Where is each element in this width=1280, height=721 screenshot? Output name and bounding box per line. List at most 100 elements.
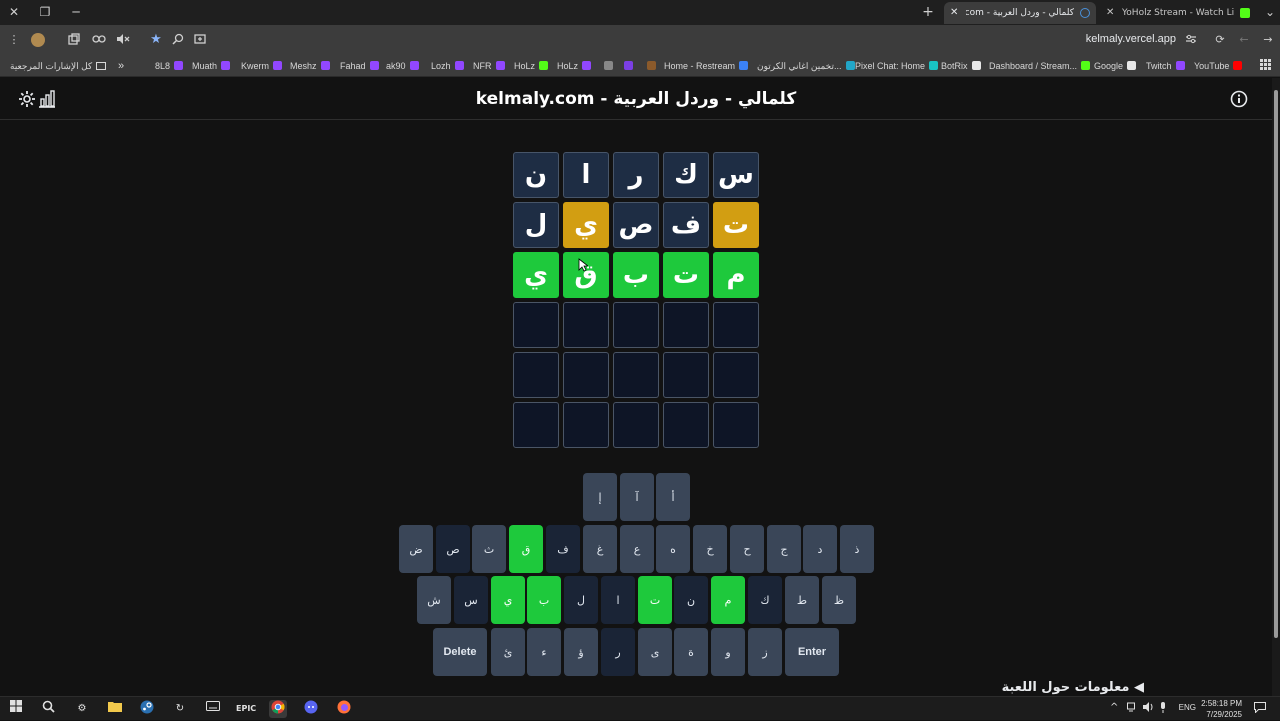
keyboard-key[interactable]: ط bbox=[785, 576, 819, 624]
keyboard-key[interactable]: آ bbox=[620, 473, 654, 521]
keyboard-key[interactable]: ن bbox=[674, 576, 708, 624]
enter-key[interactable]: Enter bbox=[785, 628, 839, 676]
discord-icon[interactable] bbox=[302, 700, 320, 718]
close-icon[interactable]: ✕ bbox=[1106, 2, 1114, 24]
back-icon[interactable]: → bbox=[1261, 33, 1275, 47]
keyboard-key[interactable]: ر bbox=[601, 628, 635, 676]
bookmark-item[interactable]: Pixel Chat: Home bbox=[855, 59, 939, 73]
info-icon[interactable] bbox=[1230, 90, 1250, 110]
chrome-icon[interactable] bbox=[269, 700, 287, 718]
bookmark-item[interactable]: تخمين اغاني الكرتون... bbox=[757, 59, 855, 73]
keyboard-app-icon[interactable] bbox=[204, 700, 222, 718]
bookmark-item[interactable]: Google bbox=[1094, 59, 1137, 73]
bookmark-item[interactable] bbox=[620, 59, 633, 73]
keyboard-key[interactable]: ض bbox=[399, 525, 433, 573]
scrollbar-thumb[interactable] bbox=[1274, 90, 1278, 638]
game-info-link[interactable]: ◀ معلومات حول اللعبة bbox=[1002, 680, 1144, 695]
keyboard-key[interactable]: أ bbox=[656, 473, 690, 521]
keyboard-key[interactable]: ل bbox=[564, 576, 598, 624]
bookmark-item[interactable]: Meshz bbox=[290, 59, 330, 73]
keyboard-key[interactable]: خ bbox=[693, 525, 727, 573]
search-icon[interactable] bbox=[39, 700, 57, 718]
keyboard-key[interactable]: ب bbox=[527, 576, 561, 624]
keyboard-key[interactable]: ه bbox=[656, 525, 690, 573]
firefox-icon[interactable] bbox=[335, 700, 353, 718]
keyboard-key[interactable]: ي bbox=[491, 576, 525, 624]
keyboard-key[interactable]: س bbox=[454, 576, 488, 624]
keyboard-key[interactable]: ذ bbox=[840, 525, 874, 573]
keyboard-key[interactable]: د bbox=[803, 525, 837, 573]
keyboard-key[interactable]: ك bbox=[748, 576, 782, 624]
steam-icon[interactable] bbox=[138, 700, 156, 718]
settings-app-icon[interactable]: ⚙ bbox=[73, 700, 91, 718]
bookmark-item[interactable]: Dashboard / Stream... bbox=[989, 59, 1091, 73]
bookmark-item[interactable]: Home - Restream bbox=[664, 59, 749, 73]
keyboard-key[interactable]: ء bbox=[527, 628, 561, 676]
bookmark-item[interactable]: Twitch bbox=[1146, 59, 1185, 73]
keyboard-key[interactable]: ش bbox=[417, 576, 451, 624]
bookmark-item[interactable]: Lozh bbox=[431, 59, 464, 73]
reload-icon[interactable]: ⟳ bbox=[1213, 33, 1227, 47]
keyboard-key[interactable]: ى bbox=[638, 628, 672, 676]
cast-icon[interactable] bbox=[92, 33, 106, 47]
windows-start-icon[interactable] bbox=[7, 700, 25, 718]
keyboard-key[interactable]: ز bbox=[748, 628, 782, 676]
bookmark-item[interactable]: 8L8 bbox=[155, 59, 184, 73]
epic-games-icon[interactable]: EPIC bbox=[236, 700, 256, 718]
microphone-icon[interactable] bbox=[1159, 702, 1167, 716]
app-icon[interactable]: ↻ bbox=[171, 700, 189, 718]
apps-grid-icon[interactable] bbox=[1260, 59, 1271, 73]
bookmark-item[interactable]: YouTube bbox=[1194, 59, 1243, 73]
keyboard-key[interactable]: ص bbox=[436, 525, 470, 573]
window-close-button[interactable]: ✕ bbox=[4, 3, 24, 21]
star-icon[interactable]: ★ bbox=[149, 33, 163, 47]
volume-icon[interactable] bbox=[1143, 702, 1155, 715]
keyboard-key[interactable]: ج bbox=[767, 525, 801, 573]
notification-icon[interactable] bbox=[1254, 702, 1266, 716]
extensions-icon[interactable] bbox=[67, 33, 81, 47]
url-text[interactable]: kelmaly.vercel.app bbox=[1086, 33, 1176, 45]
site-settings-icon[interactable] bbox=[1184, 33, 1198, 47]
delete-key[interactable]: Delete bbox=[433, 628, 487, 676]
network-icon[interactable] bbox=[1127, 702, 1139, 715]
menu-icon[interactable]: ⋮ bbox=[7, 33, 21, 47]
bookmark-item[interactable]: HoLz bbox=[514, 59, 549, 73]
tab-yoholz[interactable]: ✕ YoHolz Stream - Watch Live on bbox=[1100, 2, 1256, 24]
bookmark-item[interactable]: Muath bbox=[192, 59, 231, 73]
keyboard-key[interactable]: ئ bbox=[491, 628, 525, 676]
mute-icon[interactable] bbox=[116, 33, 130, 47]
keyboard-key[interactable]: إ bbox=[583, 473, 617, 521]
bookmark-item[interactable]: Fahad bbox=[340, 59, 379, 73]
keyboard-key[interactable]: م bbox=[711, 576, 745, 624]
bookmark-item[interactable]: Kwerm bbox=[241, 59, 283, 73]
keyboard-key[interactable]: ح bbox=[730, 525, 764, 573]
all-bookmarks-folder[interactable]: كل الإشارات المرجعية bbox=[10, 59, 107, 73]
forward-icon[interactable]: ← bbox=[1237, 33, 1251, 47]
new-tab-button[interactable]: + bbox=[918, 3, 938, 21]
more-bookmarks-button[interactable]: » bbox=[118, 59, 124, 73]
keyboard-key[interactable]: ا bbox=[601, 576, 635, 624]
file-explorer-icon[interactable] bbox=[106, 700, 124, 718]
bookmark-item[interactable] bbox=[643, 59, 656, 73]
bookmark-item[interactable] bbox=[600, 59, 613, 73]
page-scrollbar[interactable] bbox=[1272, 78, 1280, 696]
window-restore-button[interactable]: ❐ bbox=[35, 3, 55, 21]
zoom-icon[interactable] bbox=[171, 33, 185, 47]
install-app-icon[interactable] bbox=[193, 33, 207, 47]
keyboard-key[interactable]: ظ bbox=[822, 576, 856, 624]
keyboard-key[interactable]: ث bbox=[472, 525, 506, 573]
close-icon[interactable]: ✕ bbox=[950, 2, 958, 24]
tray-overflow-icon[interactable]: ^ bbox=[1110, 702, 1118, 713]
keyboard-key[interactable]: ؤ bbox=[564, 628, 598, 676]
tab-search-button[interactable]: ⌄ bbox=[1260, 3, 1280, 21]
bookmark-item[interactable]: ak90 bbox=[386, 59, 419, 73]
bookmark-item[interactable]: HoLz bbox=[557, 59, 592, 73]
window-minimize-button[interactable]: ─ bbox=[66, 3, 86, 21]
clock[interactable]: 2:58:18 PM 7/29/2025 bbox=[1201, 698, 1242, 720]
tab-kelmaly[interactable]: ✕ كلمالي - وردل العربية - kelmaly.com bbox=[944, 2, 1096, 24]
language-indicator[interactable]: ENG bbox=[1179, 703, 1196, 712]
profile-avatar[interactable] bbox=[31, 33, 45, 47]
keyboard-key[interactable]: غ bbox=[583, 525, 617, 573]
keyboard-key[interactable]: ت bbox=[638, 576, 672, 624]
bookmark-item[interactable]: BotRix bbox=[941, 59, 981, 73]
